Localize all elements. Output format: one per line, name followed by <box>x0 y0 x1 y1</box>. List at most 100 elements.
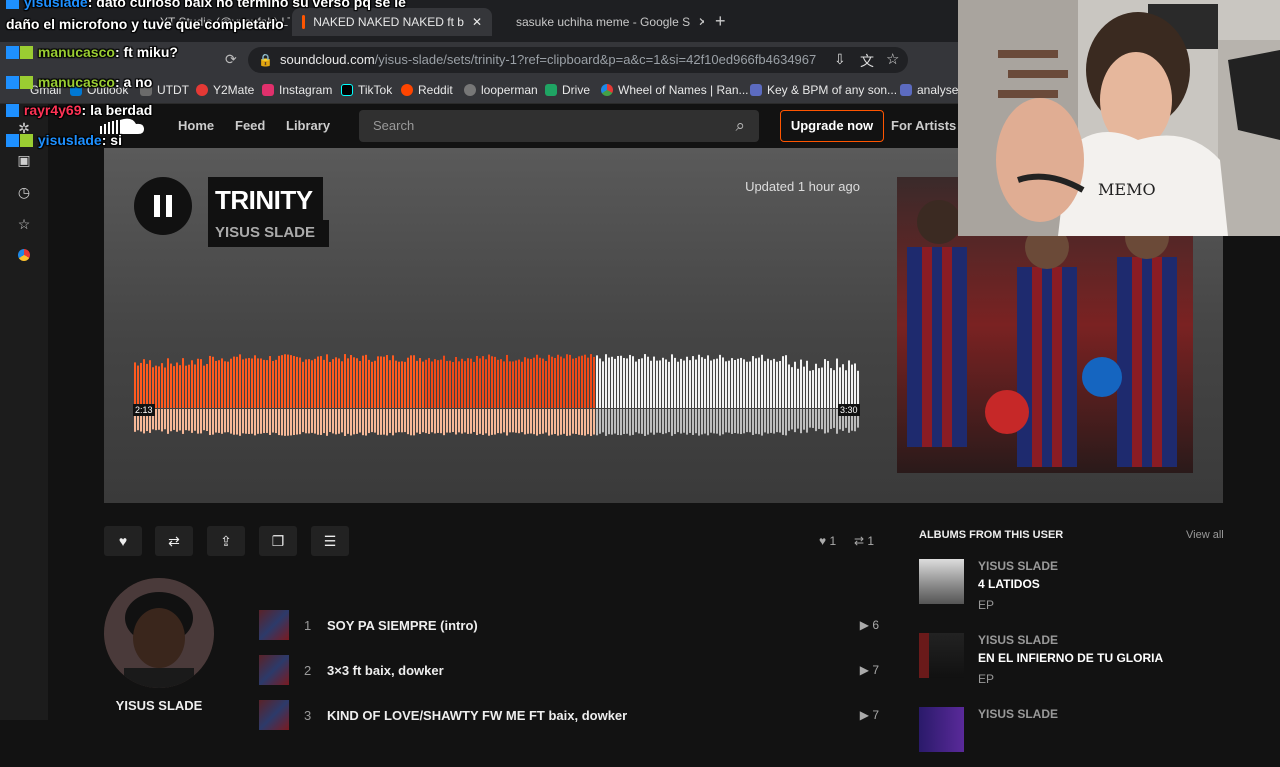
bookmark-key-bpm[interactable]: Key & BPM of any son... <box>750 83 897 97</box>
chat-text: ft miku? <box>123 44 178 60</box>
bookmark-wheel-of-names[interactable]: Wheel of Names | Ran... <box>601 83 749 97</box>
looperman-icon <box>464 84 476 96</box>
album-item[interactable]: YISUS SLADE EN EL INFIERNO DE TU GLORIA … <box>919 633 1219 693</box>
track-name[interactable]: 3×3 ft baix, dowker <box>327 663 444 678</box>
bookmark-label: Y2Mate <box>213 83 255 97</box>
track-plays: ▶ 6 <box>860 618 879 632</box>
close-tab-icon[interactable]: ✕ <box>472 15 482 29</box>
share-button[interactable]: ⇪ <box>207 526 245 556</box>
bookmark-analyser[interactable]: analyser <box>900 83 962 97</box>
repost-button[interactable]: ⇄ <box>155 526 193 556</box>
chat-user: yisuslade <box>23 0 88 10</box>
search-input[interactable]: Search ⌕ <box>359 110 759 142</box>
album-artist[interactable]: YISUS SLADE <box>978 633 1058 647</box>
new-tab-icon[interactable]: + <box>715 11 726 32</box>
chat-message: daño el microfono y tuve que completarlo <box>6 16 284 32</box>
waveform[interactable] <box>134 348 860 443</box>
extension-icon[interactable] <box>16 248 32 264</box>
artist-avatar[interactable] <box>104 578 214 688</box>
sub-badge-icon <box>20 76 33 89</box>
track-row[interactable]: 1 SOY PA SIEMPRE (intro) ▶ 6 <box>259 610 879 642</box>
nav-library[interactable]: Library <box>286 118 330 133</box>
nav-home[interactable]: Home <box>178 118 214 133</box>
copy-link-button[interactable]: ❐ <box>259 526 297 556</box>
save-icon[interactable]: ▣ <box>16 152 32 168</box>
view-all-link[interactable]: View all <box>1186 529 1224 541</box>
play-count-icon: ▶ <box>859 618 869 632</box>
likes-count: 1 <box>829 534 837 548</box>
album-title[interactable]: EN EL INFIERNO DE TU GLORIA <box>978 651 1163 665</box>
moderator-badge-icon <box>6 104 19 117</box>
album-artist[interactable]: YISUS SLADE <box>978 559 1058 573</box>
reposts-stat[interactable]: ⇄ 1 <box>854 534 874 548</box>
history-icon[interactable]: ◷ <box>16 184 32 200</box>
bookmark-label: TikTok <box>358 83 393 97</box>
bookmark-label: looperman <box>481 83 538 97</box>
moderator-badge-icon <box>6 76 19 89</box>
nav-feed[interactable]: Feed <box>235 118 265 133</box>
bookmark-label: Instagram <box>279 83 333 97</box>
track-number: 1 <box>304 618 312 633</box>
bookmark-tiktok[interactable]: TikTok <box>341 83 392 97</box>
bookmark-y2mate[interactable]: Y2Mate <box>196 83 254 97</box>
reload-icon[interactable]: ⟳ <box>225 51 237 68</box>
playlist-title: TRINITY <box>215 185 313 215</box>
tab-naked[interactable]: NAKED NAKED NAKED ft b ✕ <box>292 8 492 36</box>
track-row[interactable]: 2 3×3 ft baix, dowker ▶ 7 <box>259 655 879 687</box>
track-row[interactable]: 3 KIND OF LOVE/SHAWTY FW ME FT baix, dow… <box>259 700 879 732</box>
album-type: EP <box>978 672 995 686</box>
sub-badge-icon <box>20 46 33 59</box>
bookmark-label: Wheel of Names | Ran... <box>618 83 749 97</box>
translate-icon[interactable]: 文 <box>860 51 874 71</box>
nav-for-artists[interactable]: For Artists <box>891 118 956 133</box>
bookmark-reddit[interactable]: Reddit <box>401 83 453 97</box>
reddit-icon <box>401 84 413 96</box>
album-item[interactable]: YISUS SLADE <box>919 707 1219 767</box>
instagram-icon <box>262 84 274 96</box>
bookmark-label: Drive <box>562 83 591 97</box>
album-title[interactable]: 4 LATIDOS <box>978 577 1040 591</box>
add-to-next-up-button[interactable]: ☰ <box>311 526 349 556</box>
moderator-badge-icon <box>6 134 19 147</box>
browser-side-panel: ✲ ▣ ◷ ☆ <box>0 104 48 720</box>
likes-stat[interactable]: ♥ 1 <box>819 534 836 548</box>
bookmark-label: Reddit <box>418 83 453 97</box>
upgrade-button[interactable]: Upgrade now <box>780 110 884 142</box>
play-count: 6 <box>872 618 879 632</box>
install-icon[interactable]: ⇩ <box>834 51 846 68</box>
chat-message: manucasco: ft miku? <box>6 44 178 60</box>
album-cover <box>919 633 964 678</box>
playlist-artist[interactable]: YISUS SLADE <box>208 220 330 247</box>
tab-sasuke[interactable]: sasuke uchiha meme - Google S ✕ <box>498 8 704 36</box>
track-thumbnail <box>259 610 289 640</box>
album-artist[interactable]: YISUS SLADE <box>978 707 1058 721</box>
pause-button[interactable] <box>134 177 192 235</box>
bookmark-drive[interactable]: Drive <box>545 83 590 97</box>
search-icon[interactable]: ⌕ <box>735 110 745 142</box>
heart-icon: ♥ <box>819 534 827 548</box>
chat-text: si <box>110 132 122 148</box>
reposts-count: 1 <box>867 534 875 548</box>
wheel-icon <box>601 84 613 96</box>
bookmark-looperman[interactable]: looperman <box>464 83 538 97</box>
track-name[interactable]: SOY PA SIEMPRE (intro) <box>327 618 478 633</box>
album-type: EP <box>978 598 995 612</box>
search-placeholder: Search <box>373 118 415 133</box>
bookmark-star-icon[interactable]: ☆ <box>886 50 899 68</box>
bookmark-instagram[interactable]: Instagram <box>262 83 332 97</box>
tab-label: sasuke uchiha meme - Google S <box>516 15 691 29</box>
track-number: 2 <box>304 663 312 678</box>
like-button[interactable]: ♥ <box>104 526 142 556</box>
artist-name[interactable]: YISUS SLADE <box>104 698 214 713</box>
favorites-icon[interactable]: ☆ <box>16 216 32 232</box>
soundcloud-header: Home Feed Library Search ⌕ Upgrade now F… <box>48 104 958 148</box>
url-field[interactable]: 🔒 soundcloud.com/yisus-slade/sets/trinit… <box>248 47 908 73</box>
album-item[interactable]: YISUS SLADE 4 LATIDOS EP <box>919 559 1219 619</box>
track-thumbnail <box>259 655 289 685</box>
track-name[interactable]: KIND OF LOVE/SHAWTY FW ME FT baix, dowke… <box>327 708 627 723</box>
close-tab-icon[interactable]: ✕ <box>698 15 704 29</box>
chat-message: rayr4y69: la berdad <box>6 102 152 118</box>
analyser-icon <box>900 84 912 96</box>
moderator-badge-icon <box>6 46 19 59</box>
chat-message: yisuslade: si <box>6 132 122 148</box>
